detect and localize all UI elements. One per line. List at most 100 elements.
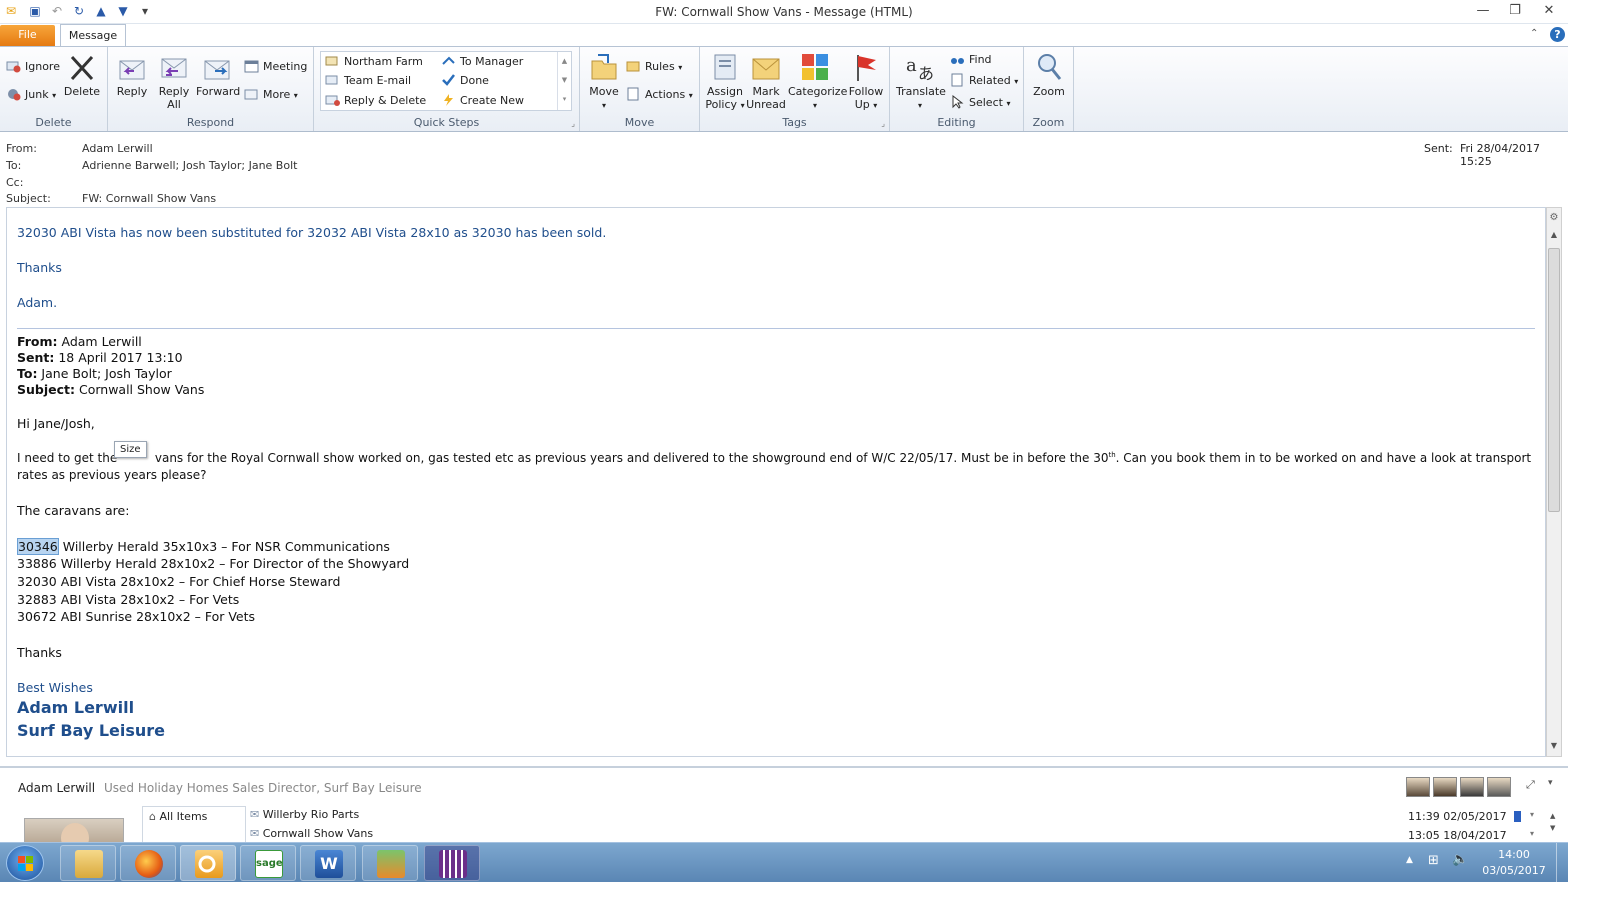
next-item-icon[interactable]: ▼ [116,4,130,18]
reply-all-button[interactable]: Reply All [156,51,192,111]
taskbar-explorer[interactable] [60,845,116,881]
body-thanks-2: Thanks [17,645,62,660]
binoculars-icon [950,52,965,66]
related-button[interactable]: Related ▾ [950,71,1018,91]
actions-button[interactable]: Actions ▾ [626,85,693,105]
contact-photos [1406,777,1512,797]
contact-photo[interactable] [1460,777,1484,797]
help-icon[interactable]: ? [1550,27,1565,42]
subject-value: FW: Cornwall Show Vans [82,192,217,205]
item-dropdown-icon[interactable]: ▾ [1530,829,1534,838]
contact-photo[interactable] [1433,777,1457,797]
quick-step-to-manager[interactable]: To Manager [441,52,523,72]
network-icon[interactable]: ⊞ [1428,853,1439,868]
contact-photo[interactable] [1406,777,1430,797]
quick-step-icon [325,73,340,87]
respond-group: Reply Reply All Forward Meeting More ▾ Re… [108,47,314,131]
item-dropdown-icon[interactable]: ▾ [1530,810,1534,819]
customize-toolbar-icon[interactable]: ▾ [138,4,152,18]
taskbar-firefox[interactable] [120,845,176,881]
previous-item-icon[interactable]: ▲ [94,4,108,18]
mail-item-icon: ✉ [250,808,260,821]
activity-item[interactable]: ✉ Willerby Rio Parts [250,808,359,821]
ignore-button[interactable]: Ignore [6,57,60,77]
ribbon: Ignore Junk ▾ Delete Delete Reply Reply A… [0,46,1568,132]
taskbar-outlook[interactable] [180,845,236,881]
zoom-button[interactable]: Zoom [1030,51,1068,98]
mail-icon[interactable]: ✉ [4,4,18,18]
select-button[interactable]: Select ▾ [950,93,1010,113]
fw-subject-value: Cornwall Show Vans [75,382,205,397]
move-button[interactable]: Move ▾ [584,51,624,112]
rules-button[interactable]: Rules ▾ [626,57,682,77]
collapse-chevron-icon[interactable]: ▾ [1548,778,1553,788]
contact-photo[interactable] [1487,777,1511,797]
to-value[interactable]: Adrienne Barwell; Josh Taylor; Jane Bolt [82,159,297,172]
save-icon[interactable]: ▣ [28,4,42,18]
show-desktop-button[interactable] [1556,843,1568,883]
from-value[interactable]: Adam Lerwill [82,142,153,155]
meeting-button[interactable]: Meeting [244,57,307,77]
taskbar-contacts[interactable] [362,845,418,881]
restore-button[interactable]: ❐ [1502,2,1528,20]
volume-icon[interactable]: 🔈 [1452,852,1468,867]
all-items-filter[interactable]: ⌂ All Items [149,810,207,823]
minimize-button[interactable]: — [1470,2,1496,20]
related-label: Related [969,74,1011,87]
quick-step-team-email[interactable]: Team E-mail [325,71,411,91]
start-button[interactable] [6,845,44,881]
caravan-list-item: 30672 ABI Sunrise 28x10x2 – For Vets [17,609,256,624]
magnifier-icon [1033,51,1065,83]
svg-text:あ: あ [918,64,934,83]
fw-sent-label: Sent: [17,350,55,365]
scroll-down-arrow-icon[interactable]: ▼ [1548,741,1560,755]
assign-label-1: Assign [707,85,743,98]
selected-text-highlight[interactable]: 30346 [17,538,59,555]
folder-icon [75,850,103,878]
signature-company: Surf Bay Leisure [17,721,166,740]
quick-step-create-new[interactable]: Create New [441,91,524,111]
minimize-ribbon-icon[interactable]: ⌃ [1530,28,1538,39]
show-hidden-icons[interactable]: ▲ [1406,855,1413,865]
categorize-button[interactable]: Categorize ▾ [788,51,847,112]
sage-icon: sage [255,850,283,878]
close-button[interactable]: ✕ [1536,2,1562,20]
taskbar-sage[interactable]: sage [240,845,296,881]
assign-policy-button[interactable]: Assign Policy ▾ [704,51,746,112]
message-scrollbar[interactable]: ⚙ ▲ ▼ [1546,207,1562,757]
activity-item[interactable]: ✉ Cornwall Show Vans [250,827,373,843]
taskbar-app[interactable] [424,845,480,881]
mark-unread-button[interactable]: Mark Unread [746,51,786,111]
quick-step-done[interactable]: Done [441,71,489,91]
follow-up-button[interactable]: Follow Up ▾ [846,51,886,112]
scroll-up-arrow-icon[interactable]: ▲ [1548,230,1560,244]
people-pane-scroll[interactable]: ▲ ▼ [1550,810,1555,834]
scroll-thumb[interactable] [1548,248,1560,512]
cursor-icon [950,94,965,109]
scroll-options-icon[interactable]: ⚙ [1548,212,1560,226]
undo-icon[interactable]: ↶ [50,4,64,18]
taskbar-word[interactable]: W [300,845,356,881]
delete-button[interactable]: Delete [62,51,102,98]
tab-message[interactable]: Message [60,24,126,47]
find-button[interactable]: Find [950,50,992,70]
clock-time[interactable]: 14:00 [1484,848,1544,861]
quick-steps-scroll[interactable]: ▲ ▼ ▾ [557,52,571,110]
expand-icon[interactable]: ⤢ [1526,778,1535,792]
clock-date[interactable]: 03/05/2017 [1482,864,1546,877]
people-pane-name[interactable]: Adam Lerwill [18,781,95,795]
junk-button[interactable]: Junk ▾ [6,85,56,105]
rules-icon [626,59,641,73]
tab-file[interactable]: File [0,25,55,46]
forward-button[interactable]: Forward [196,51,240,98]
reply-button[interactable]: Reply [114,51,150,98]
message-body[interactable]: 32030 ABI Vista has now been substituted… [6,207,1546,757]
quick-step-reply-delete[interactable]: Reply & Delete [325,91,426,111]
quick-step-northam-farm[interactable]: Northam Farm [325,52,423,72]
editing-group: aあ Translate ▾ Find Related ▾ Select ▾ Ed… [890,47,1024,131]
taskbar: sage W ▲ ⊞ 🔈 14:00 03/05/2017 [0,842,1568,883]
redo-icon[interactable]: ↻ [72,4,86,18]
fw-to-label: To: [17,366,38,381]
translate-button[interactable]: aあ Translate ▾ [896,51,946,112]
more-respond-button[interactable]: More ▾ [244,85,298,105]
